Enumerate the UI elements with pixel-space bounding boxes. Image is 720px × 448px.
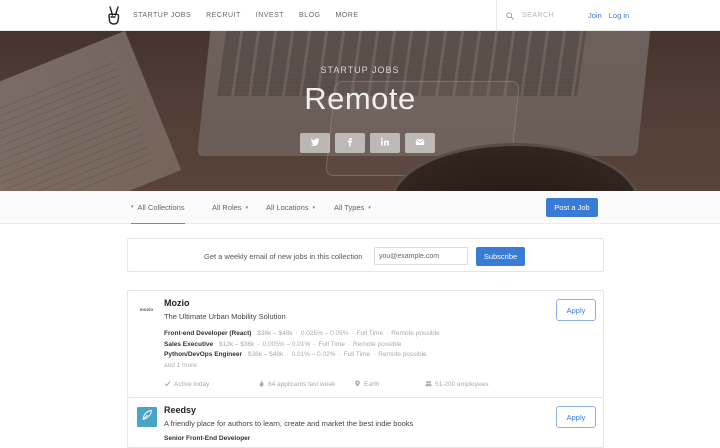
location-stat: Earth [354,380,380,389]
filter-all-roles[interactable]: All Roles ▾ [212,191,248,224]
linkedin-icon [380,137,390,149]
main-nav: STARTUP JOBS RECRUIT INVEST BLOG MORE [133,0,374,31]
job-equity: 0.01% – 0.02% [291,351,336,358]
job-remote: Remote possible [391,330,440,337]
twitter-icon [310,137,320,149]
company-name[interactable]: Reedsy [164,405,196,415]
hero-banner: STARTUP JOBS Remote [0,31,720,191]
share-facebook-button[interactable] [335,133,365,153]
nav-invest[interactable]: INVEST [256,12,284,19]
caret-down-icon: ▾ [131,204,134,210]
email-icon [415,137,425,149]
facebook-icon [345,137,355,149]
join-link[interactable]: Join [588,11,602,20]
filter-all-collections[interactable]: ▾ All Collections [131,191,185,224]
fire-icon [258,380,268,389]
job-listing: Python/DevOps Engineer $36k – $48k · 0.01%… [164,351,427,358]
job-title[interactable]: Sales Executive [164,341,213,348]
auth-links: Join Log in [588,0,636,31]
company-name[interactable]: Mozio [164,298,190,308]
mozio-logo-text: mozio [139,307,154,312]
employees-text: 51-200 employees [435,381,489,388]
company-logo[interactable] [137,407,157,427]
caret-down-icon: ▾ [368,204,371,211]
filter-all-types[interactable]: All Types ▾ [334,191,371,224]
filter-label: All Locations [266,203,309,212]
filter-label: All Types [334,203,365,212]
search-input[interactable] [520,11,580,20]
job-title[interactable]: Python/DevOps Engineer [164,351,242,358]
company-logo[interactable]: mozio [137,300,156,319]
post-job-button[interactable]: Post a Job [546,198,598,217]
top-navbar: STARTUP JOBS RECRUIT INVEST BLOG MORE Jo… [0,0,720,31]
employees-stat: 51-200 employees [425,380,488,389]
subscribe-text: Get a weekly email of new jobs in this c… [204,251,363,261]
nav-more[interactable]: MORE [336,12,359,19]
share-twitter-button[interactable] [300,133,330,153]
filter-label: All Roles [212,203,242,212]
job-type: Full Time [356,330,384,337]
location-text: Earth [364,381,380,388]
job-salary: $36k – $48k [247,351,284,358]
job-type: Full Time [318,341,345,348]
job-salary: $36k – $48k [257,330,293,337]
job-remote: Remote possible [378,351,427,358]
caret-down-icon: ▾ [245,204,249,211]
feather-icon [141,408,153,426]
job-type: Full Time [343,351,371,358]
apply-button[interactable]: Apply [556,406,596,428]
active-status: Active today [164,380,209,389]
caret-down-icon: ▾ [312,204,316,211]
angellist-logo-icon[interactable] [106,6,122,25]
job-title[interactable]: Front-end Developer (React) [164,330,251,337]
filter-bar: ▾ All Collections All Roles ▾ All Locati… [0,191,720,224]
job-salary: $12k – $36k [218,341,255,348]
subscribe-button[interactable]: Subscribe [476,247,525,266]
active-text: Active today [174,381,210,388]
more-jobs-link[interactable]: and 1 more [164,362,197,369]
page-title: Remote [304,81,416,116]
people-icon [425,380,435,389]
job-listing: Sales Executive $12k – $36k · 0.005% – 0.0… [164,341,402,348]
company-card-mozio: mozio Mozio The Ultimate Urban Mobility … [127,290,604,398]
nav-blog[interactable]: BLOG [299,12,320,19]
filter-label: All Collections [137,202,185,212]
applicants-text: 64 applicants last week [268,381,336,388]
job-listing: Senior Front-End Developer [164,435,254,445]
job-equity: 0.025% – 0.05% [300,330,349,337]
job-remote: Remote possible [352,341,402,348]
applicants-stat: 64 applicants last week [258,380,335,389]
nav-startup-jobs[interactable]: STARTUP JOBS [133,12,191,19]
email-field[interactable] [374,247,468,265]
job-equity: 0.005% – 0.01% [262,341,311,348]
hero-subtitle: STARTUP JOBS [320,65,400,75]
check-icon [164,380,174,389]
search-box [496,0,583,31]
filter-all-locations[interactable]: All Locations ▾ [266,191,315,224]
share-email-button[interactable] [405,133,435,153]
apply-button[interactable]: Apply [556,299,596,321]
company-tagline: A friendly place for authors to learn, c… [164,419,414,428]
share-linkedin-button[interactable] [370,133,400,153]
login-link[interactable]: Log in [609,11,629,20]
email-subscribe-box: Get a weekly email of new jobs in this c… [127,238,604,272]
search-icon [506,7,514,25]
nav-recruit[interactable]: RECRUIT [206,12,241,19]
job-listing: Front-end Developer (React) $36k – $48k ·… [164,330,440,337]
company-tagline: The Ultimate Urban Mobility Solution [164,312,286,321]
location-pin-icon [354,380,364,389]
